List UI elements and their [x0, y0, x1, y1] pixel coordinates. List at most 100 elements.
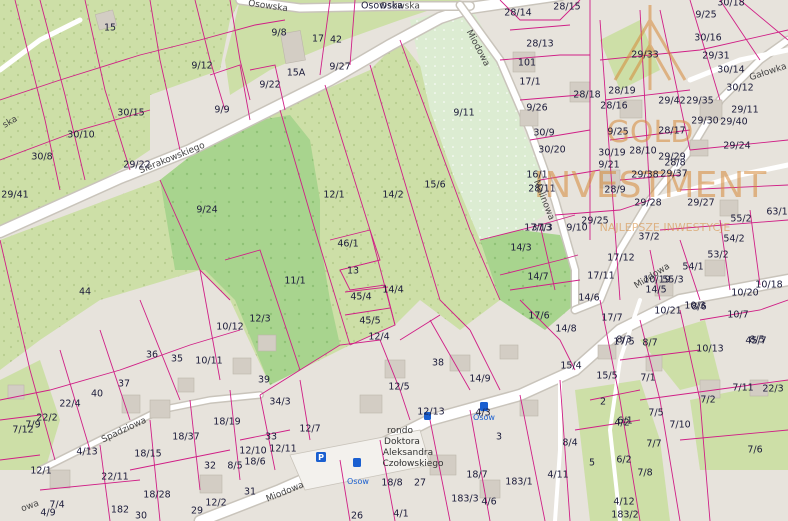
parcel-label[interactable]: 54/1: [682, 262, 703, 273]
parcel-label[interactable]: 38: [432, 358, 444, 369]
parcel-label[interactable]: 30/19: [598, 148, 625, 159]
parcel-label[interactable]: 29/38: [631, 170, 658, 181]
parcel-label[interactable]: 42: [330, 35, 342, 46]
parcel-label[interactable]: 12/7: [299, 424, 320, 435]
parcel-label[interactable]: 29/35: [686, 96, 713, 107]
parcel-label[interactable]: 46/1: [337, 239, 358, 250]
parcel-label[interactable]: 30/14: [717, 65, 744, 76]
parcel-label[interactable]: 17/13: [524, 223, 551, 234]
parcel-label[interactable]: 10/12: [216, 322, 243, 333]
parcel-label[interactable]: 44: [79, 287, 91, 298]
parcel-label[interactable]: 12/13: [417, 407, 444, 418]
parcel-label[interactable]: 30: [135, 511, 147, 521]
parcel-label[interactable]: 18/8: [381, 478, 402, 489]
parcel-label[interactable]: 14/3: [510, 243, 531, 254]
parcel-label[interactable]: 10/13: [696, 344, 723, 355]
parcel-label[interactable]: 18/6: [244, 457, 265, 468]
parcel-label[interactable]: 14/9: [469, 374, 490, 385]
parcel-label[interactable]: 33: [265, 432, 277, 443]
parcel-label[interactable]: 7/7: [646, 439, 661, 450]
parcel-label[interactable]: 9/25: [695, 10, 716, 21]
parcel-label[interactable]: 28/8: [664, 158, 685, 169]
parcel-label[interactable]: 12/5: [388, 382, 409, 393]
parcel-label[interactable]: 63/1: [766, 207, 787, 218]
parcel-label[interactable]: 17/6: [528, 311, 549, 322]
parcel-label[interactable]: 9/8: [271, 28, 286, 39]
parcel-label[interactable]: 7/1: [640, 373, 655, 384]
parcel-label[interactable]: 12/3: [249, 314, 270, 325]
parcel-label[interactable]: 5: [589, 458, 595, 469]
parcel-label[interactable]: 29/24: [723, 141, 750, 152]
parcel-label[interactable]: 8/5: [749, 335, 764, 346]
parcel-label[interactable]: 28/11: [528, 184, 555, 195]
parcel-label[interactable]: 29/11: [731, 105, 758, 116]
parcel-label[interactable]: 53/2: [707, 250, 728, 261]
parcel-label[interactable]: 15/4: [560, 361, 581, 372]
parcel-label[interactable]: 4/11: [547, 470, 568, 481]
parcel-label[interactable]: 14/6: [578, 293, 599, 304]
parcel-label[interactable]: 9/27: [329, 62, 350, 73]
parcel-label[interactable]: 28/17: [658, 126, 685, 137]
parcel-label[interactable]: 4/12: [613, 497, 634, 508]
map-view[interactable]: GOLD INVESTMENT NAJLEPSZE INWESTYCJE Oso…: [0, 0, 788, 521]
parcel-label[interactable]: 17: [312, 34, 324, 45]
parcel-label[interactable]: 9/22: [259, 80, 280, 91]
parcel-label[interactable]: 12/1: [323, 190, 344, 201]
parcel-label[interactable]: 14/4: [382, 285, 403, 296]
parcel-label[interactable]: 14/7: [527, 272, 548, 283]
parcel-label[interactable]: 4/3: [475, 408, 490, 419]
parcel-label[interactable]: 10/11: [195, 356, 222, 367]
parcel-label[interactable]: 30/15: [117, 108, 144, 119]
parcel-label[interactable]: 8/5: [227, 461, 242, 472]
parcel-label[interactable]: 7/6: [747, 445, 762, 456]
parcel-label[interactable]: 8/4: [562, 438, 577, 449]
parcel-label[interactable]: 29/30: [691, 116, 718, 127]
parking-marker[interactable]: P: [316, 452, 326, 462]
parcel-label[interactable]: 22/4: [59, 399, 80, 410]
parcel-label[interactable]: 9/9: [214, 105, 229, 116]
parcel-label[interactable]: 10/7: [727, 310, 748, 321]
parcel-label[interactable]: 15/5: [596, 371, 617, 382]
parcel-label[interactable]: 10/18: [755, 280, 782, 291]
parcel-label[interactable]: 6/2: [616, 455, 631, 466]
parcel-label[interactable]: 28/14: [504, 8, 531, 19]
parcel-label[interactable]: 9/10: [566, 223, 587, 234]
parcel-label[interactable]: 12/10: [239, 446, 266, 457]
parcel-label[interactable]: 27: [414, 478, 426, 489]
parcel-label[interactable]: 9/11: [453, 108, 474, 119]
parcel-label[interactable]: 29/41: [1, 190, 28, 201]
parcel-label[interactable]: 55/2: [730, 214, 751, 225]
parcel-label[interactable]: 18/7: [466, 470, 487, 481]
parcel-label[interactable]: 22/3: [762, 384, 783, 395]
parcel-label[interactable]: 28/10: [629, 146, 656, 157]
parcel-label[interactable]: 28/19: [608, 86, 635, 97]
parcel-label[interactable]: 183/3: [451, 494, 478, 505]
parcel-label[interactable]: 16/1: [526, 170, 547, 181]
parcel-label[interactable]: 15/6: [424, 180, 445, 191]
parcel-label[interactable]: 26: [351, 511, 363, 521]
parcel-label[interactable]: 37/2: [638, 232, 659, 243]
parcel-label[interactable]: 6/1: [617, 416, 632, 427]
parcel-label[interactable]: 30/10: [67, 130, 94, 141]
parcel-label[interactable]: 14/5: [645, 285, 666, 296]
parcel-label[interactable]: 9/21: [598, 160, 619, 171]
parcel-label[interactable]: 45/4: [350, 292, 371, 303]
parcel-label[interactable]: 45/5: [359, 316, 380, 327]
parcel-label[interactable]: 9/26: [526, 103, 547, 114]
parcel-label[interactable]: 28/15: [553, 2, 580, 13]
parcel-label[interactable]: 9/25: [607, 127, 628, 138]
parcel-label[interactable]: 39: [258, 375, 270, 386]
parcel-label[interactable]: 4/6: [481, 497, 496, 508]
parcel-label[interactable]: 18/37: [172, 432, 199, 443]
parcel-label[interactable]: 17/7: [601, 313, 622, 324]
parcel-label[interactable]: 7/10: [669, 420, 690, 431]
parcel-label[interactable]: 10/20: [731, 288, 758, 299]
parcel-label[interactable]: 14/2: [382, 190, 403, 201]
parcel-label[interactable]: 28/18: [573, 90, 600, 101]
parcel-label[interactable]: 36: [146, 350, 158, 361]
parcel-label[interactable]: 18/28: [143, 490, 170, 501]
parcel-label[interactable]: 7/9: [25, 420, 40, 431]
parcel-label[interactable]: 183/2: [611, 510, 638, 521]
parcel-label[interactable]: 8/6: [691, 302, 706, 313]
parcel-label[interactable]: 30/16: [694, 33, 721, 44]
